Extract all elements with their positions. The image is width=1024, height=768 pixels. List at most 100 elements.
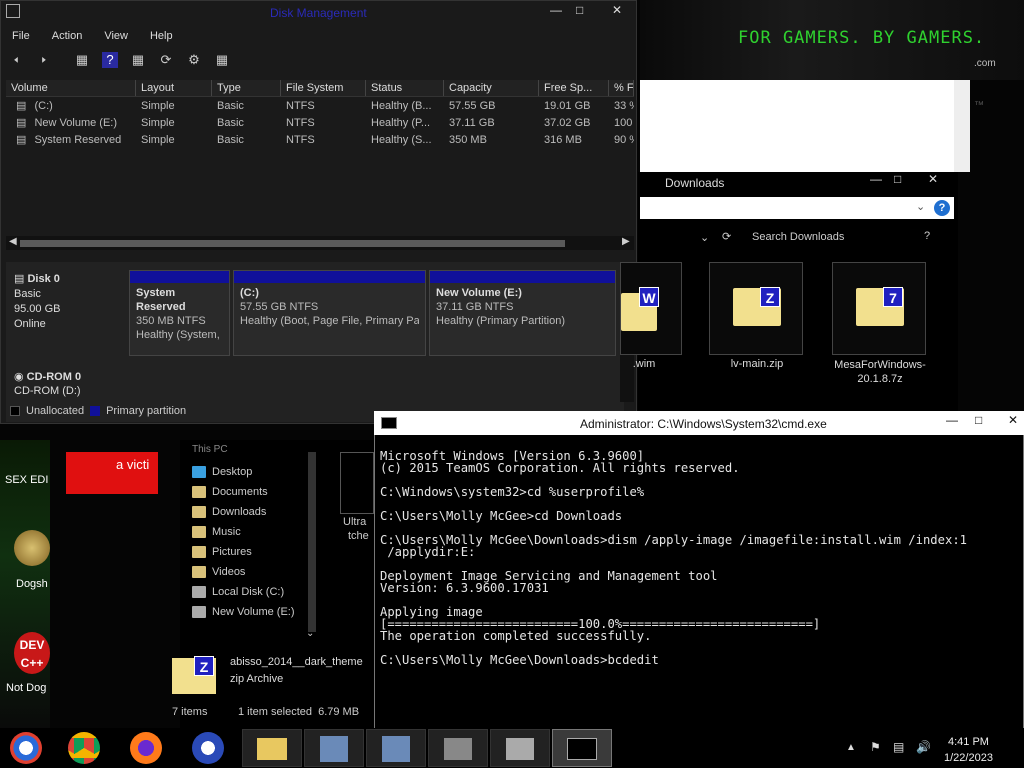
scroll-down-icon[interactable]: ⌄	[306, 628, 314, 639]
partition-c[interactable]: (C:) 57.55 GB NTFS Healthy (Boot, Page F…	[233, 270, 426, 356]
cmd-icon	[567, 738, 597, 760]
partition-system-reserved[interactable]: System Reserved 350 MB NTFS Healthy (Sys…	[129, 270, 230, 356]
table-row[interactable]: ▤ (C:) Simple Basic NTFS Healthy (B... 5…	[6, 98, 634, 115]
tray-overflow-icon[interactable]: ▲	[846, 742, 856, 753]
file-tile-mesa[interactable]: 7	[832, 262, 926, 355]
taskbar-app-button[interactable]	[490, 729, 550, 767]
col-status[interactable]: Status	[366, 80, 444, 96]
browser-icon[interactable]	[192, 732, 224, 764]
help-icon[interactable]: ?	[102, 52, 118, 68]
nav-local-disk[interactable]: Local Disk (C:)	[192, 582, 295, 602]
cmd-output[interactable]: Microsoft Windows [Version 6.3.9600] (c) …	[380, 438, 967, 678]
dvd-icon[interactable]	[14, 530, 50, 566]
col-free-space[interactable]: Free Sp...	[539, 80, 609, 96]
menu-file[interactable]: File	[12, 30, 30, 42]
nav-label: Desktop	[212, 466, 253, 478]
banner-tm: ™	[974, 100, 984, 111]
cell-volume: (C:)	[34, 100, 53, 112]
scrollbar-thumb[interactable]	[20, 240, 565, 247]
nav-label: New Volume (E:)	[212, 606, 295, 618]
partition-status: Healthy (Primary Partition)	[436, 315, 565, 327]
cmd-close-button[interactable]: ✕	[1008, 413, 1018, 427]
clock[interactable]: 4:41 PM 1/22/2023	[944, 734, 993, 766]
nav-this-pc[interactable]: This PC	[192, 444, 228, 455]
nav-music[interactable]: Music	[192, 522, 295, 542]
chrome-icon[interactable]	[68, 732, 100, 764]
taskbar-app-button[interactable]	[366, 729, 426, 767]
cell-fs: NTFS	[286, 134, 315, 146]
flag-icon[interactable]: ⚑	[870, 740, 881, 754]
dl-close-button[interactable]: ✕	[928, 172, 938, 186]
disk0-label[interactable]: ▤ Disk 0 Basic 95.00 GB Online	[8, 268, 126, 336]
background-scrollbar[interactable]	[954, 80, 970, 172]
cell-type: Basic	[217, 100, 244, 112]
cell-volume: New Volume (E:)	[34, 117, 117, 129]
music-icon	[192, 526, 206, 538]
nav-documents[interactable]: Documents	[192, 482, 295, 502]
maximize-button[interactable]: □	[576, 3, 583, 17]
nav-videos[interactable]: Videos	[192, 562, 295, 582]
help-icon[interactable]: ?	[924, 230, 930, 242]
col-volume[interactable]: Volume	[6, 80, 136, 96]
col-type[interactable]: Type	[212, 80, 281, 96]
desktop-icon-label[interactable]: Not Dog	[6, 682, 46, 694]
nav-downloads[interactable]: Downloads	[192, 502, 295, 522]
dev-cpp-icon[interactable]: DEV C++	[14, 632, 50, 674]
nav-desktop[interactable]: Desktop	[192, 462, 295, 482]
settings-icon[interactable]: ▦	[214, 52, 230, 68]
help-circle-icon[interactable]: ?	[934, 200, 950, 216]
forward-arrow-icon[interactable]: 🢒	[36, 52, 52, 68]
menu-view[interactable]: View	[104, 30, 128, 42]
close-button[interactable]: ✕	[612, 3, 622, 17]
file-tile-wim[interactable]: W	[620, 262, 682, 355]
console-tree-icon[interactable]: ▦	[74, 52, 90, 68]
taskbar-explorer-button[interactable]	[242, 729, 302, 767]
address-dropdown-icon[interactable]: ⌄	[916, 200, 925, 213]
network-icon[interactable]: ▤	[893, 740, 904, 754]
file-tile-lv-main[interactable]: Z	[709, 262, 803, 355]
taskbar-cmd-button[interactable]	[552, 729, 612, 767]
back-arrow-icon[interactable]: 🢐	[8, 52, 24, 68]
nav-pictures[interactable]: Pictures	[192, 542, 295, 562]
cmd-minimize-button[interactable]: —	[946, 413, 958, 427]
scroll-right-icon[interactable]: ▶	[622, 236, 630, 247]
refresh-icon[interactable]: ⟳	[158, 52, 174, 68]
start-orb-icon[interactable]	[10, 732, 42, 764]
taskbar-app-button[interactable]	[428, 729, 488, 767]
dl-maximize-button[interactable]: □	[894, 172, 901, 186]
address-bar[interactable]	[640, 197, 954, 219]
partition-e[interactable]: New Volume (E:) 37.11 GB NTFS Healthy (P…	[429, 270, 616, 356]
taskbar-disk-management-button[interactable]	[304, 729, 364, 767]
col-capacity[interactable]: Capacity	[444, 80, 539, 96]
status-items: 7 items	[172, 706, 208, 718]
refresh-icon[interactable]: ⟳	[722, 230, 731, 243]
properties-icon[interactable]: ▦	[130, 52, 146, 68]
cdrom-label[interactable]: ◉ CD-ROM 0 CD-ROM (D:)	[8, 366, 126, 402]
menu-action[interactable]: Action	[52, 30, 83, 42]
dl-minimize-button[interactable]: —	[870, 172, 882, 186]
cmd-title: Administrator: C:\Windows\System32\cmd.e…	[580, 417, 827, 431]
firefox-icon[interactable]	[130, 732, 162, 764]
cmd-maximize-button[interactable]: □	[975, 413, 982, 427]
volume-icon[interactable]: 🔊	[916, 740, 931, 754]
menu-help[interactable]: Help	[150, 30, 173, 42]
selected-file-name[interactable]: abisso_2014__dark_theme	[230, 656, 363, 668]
nav-scrollbar[interactable]	[308, 452, 316, 632]
nav-new-volume[interactable]: New Volume (E:)	[192, 602, 295, 622]
minimize-button[interactable]: —	[550, 3, 562, 17]
videos-icon	[192, 566, 206, 578]
table-row[interactable]: ▤ System Reserved Simple Basic NTFS Heal…	[6, 132, 634, 149]
col-layout[interactable]: Layout	[136, 80, 212, 96]
partition-status: Healthy (Boot, Page File, Primary Pa	[240, 315, 419, 327]
search-dropdown-icon[interactable]: ⌄	[700, 231, 709, 244]
col-file-system[interactable]: File System	[281, 80, 366, 96]
search-input[interactable]: Search Downloads	[752, 231, 844, 243]
table-row[interactable]: ▤ New Volume (E:) Simple Basic NTFS Heal…	[6, 115, 634, 132]
col-percent-free[interactable]: % Fr	[609, 80, 634, 96]
scroll-left-icon[interactable]: ◀	[9, 236, 17, 247]
file-thumbnail[interactable]	[340, 452, 374, 514]
desktop-icon-label[interactable]: Dogsh	[16, 578, 48, 590]
partition-size: 37.11 GB NTFS	[436, 301, 514, 313]
desktop-icon-label[interactable]: SEX EDI	[5, 474, 48, 486]
rescan-icon[interactable]: ⚙	[186, 52, 202, 68]
